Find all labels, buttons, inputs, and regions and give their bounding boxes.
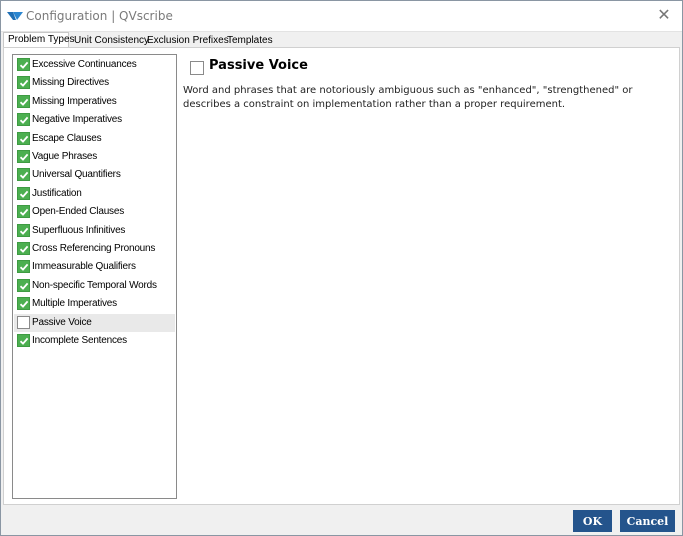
ok-button[interactable]: OK xyxy=(573,510,612,532)
list-item[interactable]: Passive Voice xyxy=(14,313,175,332)
checkbox-checked-icon[interactable] xyxy=(17,242,30,255)
list-item[interactable]: Missing Imperatives xyxy=(14,93,175,111)
list-item-label: Open-Ended Clauses xyxy=(32,206,125,218)
dialog-footer: OK Cancel xyxy=(1,506,682,535)
qvscribe-logo-icon xyxy=(7,9,23,21)
list-item-label: Superfluous Infinitives xyxy=(32,224,126,236)
checkbox-checked-icon[interactable] xyxy=(17,260,30,274)
list-item[interactable]: Justification xyxy=(14,185,175,203)
list-item-label: Vague Phrases xyxy=(32,151,98,162)
list-item[interactable]: Escape Clauses xyxy=(14,130,175,148)
list-item-label: Excessive Continuances xyxy=(32,59,137,70)
detail-description: Word and phrases that are notoriously am… xyxy=(183,85,633,110)
passive-voice-enable-checkbox[interactable] xyxy=(190,61,204,75)
tab-exclusion-prefixes[interactable]: Exclusion Prefixes xyxy=(142,33,229,48)
list-item-label: Escape Clauses xyxy=(32,132,102,144)
checkbox-checked-icon[interactable] xyxy=(17,205,30,219)
checkbox-checked-icon[interactable] xyxy=(17,94,30,108)
list-item[interactable]: Non-specific Temporal Words xyxy=(14,277,175,295)
list-item-label: Non-specific Temporal Words xyxy=(32,279,157,291)
list-item-label: Justification xyxy=(32,187,82,199)
checkbox-checked-icon[interactable] xyxy=(17,278,30,292)
window-title: Configuration | QVscribe xyxy=(26,9,173,23)
checkbox-checked-icon[interactable] xyxy=(17,334,30,347)
list-item[interactable]: Negative Imperatives xyxy=(14,111,175,129)
list-item[interactable]: Multiple Imperatives xyxy=(14,295,175,313)
list-item[interactable]: Vague Phrases xyxy=(14,148,175,166)
checkbox-checked-icon[interactable] xyxy=(17,58,30,71)
detail-title: Passive Voice xyxy=(209,58,308,73)
problem-types-panel: Excessive Continuances Missing Directives… xyxy=(3,47,680,505)
checkbox-checked-icon[interactable] xyxy=(17,297,30,311)
list-item-label: Multiple Imperatives xyxy=(32,298,117,310)
checkbox-checked-icon[interactable] xyxy=(17,131,30,145)
list-item[interactable]: Cross Referencing Pronouns xyxy=(14,240,175,258)
tab-unit-consistency[interactable]: Unit Consistency xyxy=(69,33,149,48)
checkbox-checked-icon[interactable] xyxy=(17,113,30,127)
problem-types-list[interactable]: Excessive Continuances Missing Directives… xyxy=(12,54,177,499)
list-item[interactable]: Incomplete Sentences xyxy=(14,332,175,350)
list-item[interactable]: Immeasurable Qualifiers xyxy=(14,258,175,276)
tab-templates[interactable]: Templates xyxy=(222,33,278,48)
list-item[interactable]: Missing Directives xyxy=(14,74,175,92)
list-item[interactable]: Superfluous Infinitives xyxy=(14,222,175,240)
configuration-dialog: Configuration | QVscribe ✕ Problem Types… xyxy=(0,0,683,536)
list-item-label: Missing Directives xyxy=(32,77,109,89)
list-item-label: Cross Referencing Pronouns xyxy=(32,243,156,254)
checkbox-unchecked-icon[interactable] xyxy=(17,315,30,329)
close-icon[interactable]: ✕ xyxy=(654,6,674,26)
checkbox-checked-icon[interactable] xyxy=(17,150,30,163)
list-item-label: Negative Imperatives xyxy=(32,114,122,126)
list-item[interactable]: Excessive Continuances xyxy=(14,56,175,74)
list-item-label: Incomplete Sentences xyxy=(32,335,127,346)
checkbox-checked-icon[interactable] xyxy=(17,168,30,182)
title-bar: Configuration | QVscribe ✕ xyxy=(1,1,682,32)
list-item-label: Universal Quantifiers xyxy=(32,169,121,181)
cancel-button[interactable]: Cancel xyxy=(620,510,675,532)
checkbox-checked-icon[interactable] xyxy=(17,223,30,237)
list-item[interactable]: Universal Quantifiers xyxy=(14,166,175,184)
list-item-label: Passive Voice xyxy=(32,316,92,328)
checkbox-checked-icon[interactable] xyxy=(17,186,30,200)
list-item[interactable]: Open-Ended Clauses xyxy=(14,203,175,221)
list-item-label: Missing Imperatives xyxy=(32,95,117,107)
checkbox-checked-icon[interactable] xyxy=(17,76,30,90)
list-item-label: Immeasurable Qualifiers xyxy=(32,261,136,273)
